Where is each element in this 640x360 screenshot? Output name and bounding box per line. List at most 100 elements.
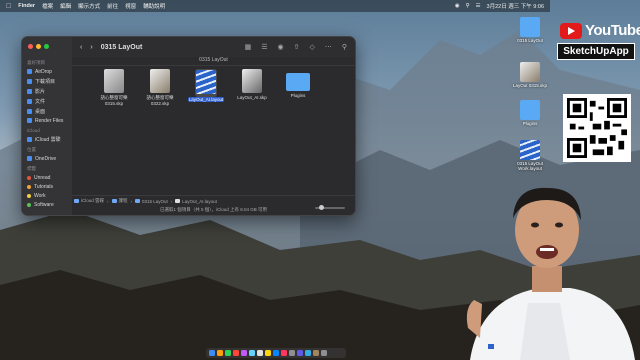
skp-file-icon bbox=[242, 69, 262, 93]
menu-file[interactable]: 檔案 bbox=[42, 2, 53, 10]
file-item[interactable]: 語心整窗可樂0315.skp bbox=[94, 69, 134, 106]
file-item[interactable]: LayOut_AI.skp bbox=[232, 69, 272, 106]
quicklook-icon[interactable]: ◉ bbox=[277, 43, 283, 51]
share-icon[interactable]: ⇧ bbox=[294, 43, 300, 51]
sidebar-item-documents[interactable]: 文件 bbox=[22, 96, 72, 106]
skp-file-icon bbox=[150, 69, 170, 93]
breadcrumb-item[interactable]: 0315 LayOut bbox=[135, 199, 168, 204]
file-name: LayOut_AI.layout bbox=[187, 97, 225, 102]
sidebar-tag-unread[interactable]: Unread bbox=[22, 173, 72, 182]
more-icon[interactable]: ⋯ bbox=[325, 43, 332, 51]
app-icon[interactable] bbox=[305, 350, 311, 356]
sidebar-item-airdrop[interactable]: AirDrop bbox=[22, 67, 72, 76]
sidebar-item-icloud-drive[interactable]: iCloud 雲碟 bbox=[22, 134, 72, 144]
app-icon[interactable] bbox=[249, 350, 255, 356]
app-icon[interactable] bbox=[257, 350, 263, 356]
status-bar: iCloud 雲碟 › 課程 › 0315 LayOut › LayOut_AI… bbox=[72, 195, 355, 215]
finder-toolbar: ‹ › 0315 LayOut ▦ ☰ ◉ ⇧ ◇ ⋯ ⚲ bbox=[72, 37, 355, 57]
desktop-icon bbox=[27, 108, 32, 114]
sidebar-item-render-files[interactable]: Render Files bbox=[22, 116, 72, 125]
file-item[interactable]: 語心整窗可樂0322.skp bbox=[140, 69, 180, 106]
sidebar-item-movies[interactable]: 影片 bbox=[22, 86, 72, 96]
menu-help[interactable]: 輔助說明 bbox=[143, 2, 165, 10]
sidebar-item-downloads[interactable]: 下載項目 bbox=[22, 76, 72, 86]
presenter-webcam bbox=[466, 187, 635, 360]
close-button[interactable] bbox=[28, 44, 33, 49]
status-text: 已選取1 個項目（共 5 個），iCloud 上有 8.04 GB 可用 bbox=[159, 207, 268, 212]
file-item[interactable]: Plugins bbox=[278, 69, 318, 106]
sidebar-header-favorites: 喜好項目 bbox=[27, 60, 45, 65]
youtube-logo: YouTube bbox=[560, 22, 640, 39]
app-icon[interactable] bbox=[281, 350, 287, 356]
menu-edit[interactable]: 編輯 bbox=[60, 2, 71, 10]
youtube-play-icon bbox=[560, 22, 582, 39]
desktop-item[interactable]: 0315 LayOut Work.layout bbox=[512, 140, 548, 171]
group-icon[interactable]: ☰ bbox=[261, 43, 267, 51]
app-icon[interactable] bbox=[289, 350, 295, 356]
app-icon[interactable] bbox=[273, 350, 279, 356]
channel-name: SketchUpApp bbox=[557, 43, 635, 60]
apple-icon[interactable]:  bbox=[6, 3, 11, 10]
back-icon[interactable]: ‹ bbox=[80, 44, 82, 51]
app-icon[interactable] bbox=[233, 350, 239, 356]
sidebar-tag-software[interactable]: Software bbox=[22, 200, 72, 209]
icon-size-slider[interactable] bbox=[315, 205, 345, 210]
menu-window[interactable]: 視窗 bbox=[125, 2, 136, 10]
app-icon[interactable] bbox=[313, 350, 319, 356]
folder-icon bbox=[135, 199, 141, 203]
dock bbox=[206, 348, 346, 358]
zoom-button[interactable] bbox=[44, 44, 49, 49]
sidebar-tag-tutorials[interactable]: Tutorials bbox=[22, 182, 72, 191]
menu-clock[interactable]: 3月22日 週三 下午 9:06 bbox=[487, 2, 544, 10]
layout-file-icon bbox=[196, 70, 216, 94]
menu-go[interactable]: 前往 bbox=[107, 2, 118, 10]
file-icon bbox=[175, 199, 181, 203]
qr-code bbox=[563, 94, 631, 162]
chevron-right-icon: › bbox=[130, 198, 133, 204]
folder-icon bbox=[286, 73, 310, 91]
skp-file-icon bbox=[520, 62, 540, 82]
desktop-item[interactable]: Plugins bbox=[512, 100, 548, 126]
trash-icon[interactable] bbox=[321, 350, 327, 356]
app-icon[interactable] bbox=[217, 350, 223, 356]
control-center-icon[interactable]: ☰ bbox=[476, 3, 481, 9]
file-name: 語心整窗可樂0322.skp bbox=[146, 95, 174, 106]
desktop-item[interactable]: 0315 LayOut bbox=[512, 17, 548, 43]
sidebar-item-onedrive[interactable]: OneDrive bbox=[22, 154, 72, 163]
app-icon[interactable] bbox=[241, 350, 247, 356]
search-icon[interactable]: ⚲ bbox=[342, 43, 347, 51]
minimize-button[interactable] bbox=[36, 44, 41, 49]
app-icon[interactable] bbox=[225, 350, 231, 356]
app-icon[interactable] bbox=[297, 350, 303, 356]
tag-icon[interactable]: ◇ bbox=[309, 43, 314, 51]
wifi-icon[interactable]: ◉ bbox=[455, 3, 460, 9]
tag-dot-icon bbox=[27, 193, 31, 198]
downloads-icon bbox=[27, 78, 32, 84]
menu-app-name[interactable]: Finder bbox=[18, 3, 35, 9]
sidebar-item-desktop[interactable]: 桌面 bbox=[22, 106, 72, 116]
view-grid-icon[interactable]: ▦ bbox=[245, 43, 252, 51]
breadcrumb-item[interactable]: 課程 bbox=[111, 198, 128, 204]
breadcrumb-item[interactable]: LayOut_AI.layout bbox=[175, 199, 217, 204]
window-controls bbox=[28, 44, 49, 49]
documents-icon bbox=[27, 98, 32, 104]
skp-file-icon bbox=[104, 69, 124, 93]
cloud-icon bbox=[27, 136, 32, 142]
desktop-item[interactable]: LayOut 0315.skp bbox=[512, 62, 548, 88]
chevron-right-icon: › bbox=[170, 198, 173, 204]
path-title: 0315 LayOut bbox=[72, 57, 355, 66]
forward-icon[interactable]: › bbox=[90, 44, 92, 51]
sidebar-tag-work[interactable]: Work bbox=[22, 191, 72, 200]
window-title: 0315 LayOut bbox=[100, 43, 143, 51]
finder-window: 喜好項目 AirDrop 下載項目 影片 文件 桌面 Render Files … bbox=[21, 36, 356, 216]
menu-view[interactable]: 顯示方式 bbox=[78, 2, 100, 10]
file-item-selected[interactable]: LayOut_AI.layout bbox=[186, 69, 226, 106]
search-icon[interactable]: ⚲ bbox=[466, 3, 470, 9]
breadcrumb-item[interactable]: iCloud 雲碟 bbox=[74, 198, 104, 204]
finder-sidebar: 喜好項目 AirDrop 下載項目 影片 文件 桌面 Render Files … bbox=[22, 37, 72, 215]
app-icon[interactable] bbox=[265, 350, 271, 356]
tag-dot-icon bbox=[27, 175, 31, 180]
file-name: 語心整窗可樂0315.skp bbox=[100, 95, 128, 106]
finder-app-icon[interactable] bbox=[209, 350, 215, 356]
tag-dot-icon bbox=[27, 202, 31, 207]
